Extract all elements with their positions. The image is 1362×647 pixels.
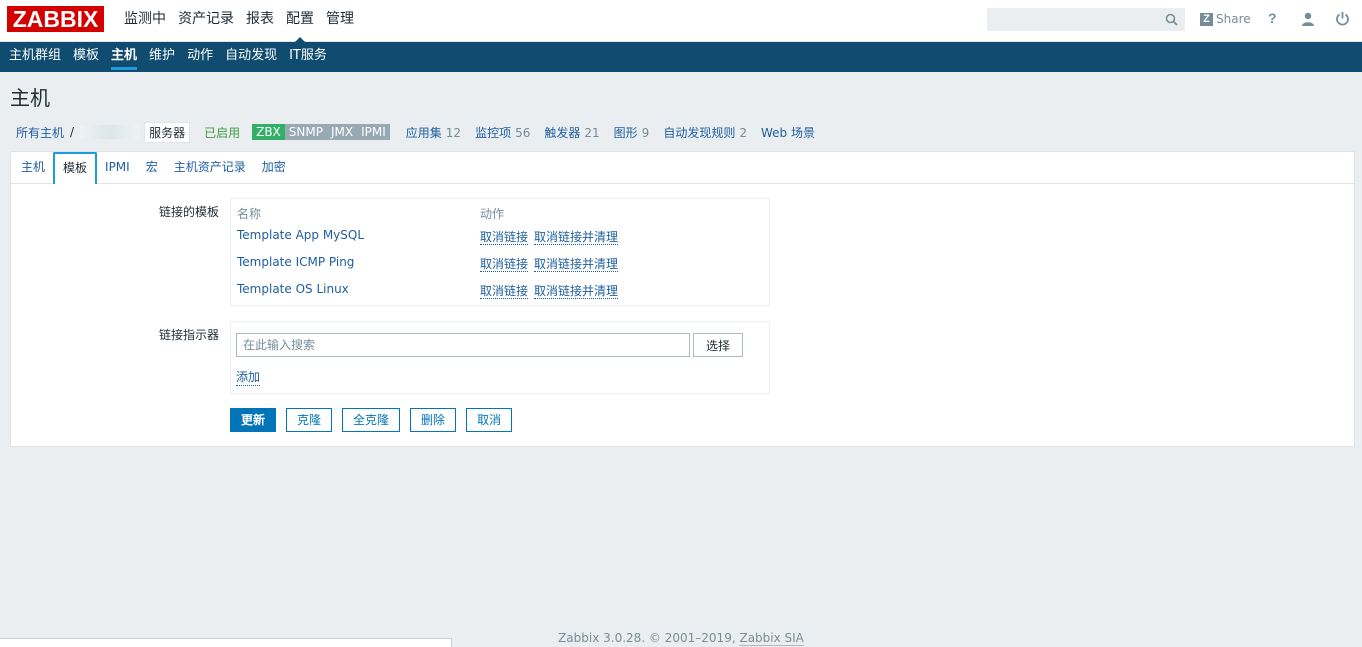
link-indicator-label: 链接指示器 <box>158 328 219 342</box>
host-tabs: 主机 模板 IPMI 宏 主机资产记录 加密 <box>11 152 1354 184</box>
current-host-name[interactable]: 服务器 <box>144 121 191 143</box>
select-button[interactable]: 选择 <box>693 333 743 357</box>
subnav-hosts[interactable]: 主机 <box>105 42 143 72</box>
web-scenarios-link[interactable]: Web 场景 <box>761 124 815 141</box>
clone-button[interactable]: 克隆 <box>286 408 333 432</box>
nav-configuration[interactable]: 配置 <box>280 0 320 43</box>
nav-inventory[interactable]: 资产记录 <box>172 0 240 42</box>
search-input[interactable] <box>988 9 1158 30</box>
tab-inventory[interactable]: 主机资产记录 <box>166 152 254 183</box>
discovery-rules-link[interactable]: 自动发现规则 2 <box>663 124 747 141</box>
help-icon[interactable]: ? <box>1268 10 1277 26</box>
global-search <box>987 8 1185 31</box>
unlink-button[interactable]: 取消链接 <box>480 230 529 245</box>
nav-reports[interactable]: 报表 <box>240 0 280 42</box>
unlink-button[interactable]: 取消链接 <box>480 284 529 299</box>
table-row: Template ICMP Ping 取消链接 取消链接并清理 <box>237 255 757 273</box>
tab-templates[interactable]: 模板 <box>53 152 98 184</box>
zabbix-logo[interactable]: ZABBIX <box>7 6 104 32</box>
tab-ipmi[interactable]: IPMI <box>97 152 138 183</box>
column-header-action: 动作 <box>480 207 505 221</box>
delete-button[interactable]: 删除 <box>410 408 457 432</box>
triggers-link[interactable]: 触发器 21 <box>544 124 599 141</box>
linked-templates-label: 链接的模板 <box>158 205 219 219</box>
footer-text: Zabbix 3.0.28. © 2001–2019, <box>558 631 736 645</box>
subnav-discovery[interactable]: 自动发现 <box>219 42 283 72</box>
search-icon[interactable] <box>1165 13 1178 26</box>
link-indicator-box: 选择 添加 <box>230 321 770 394</box>
availability-badges: ZBX SNMP JMX IPMI <box>252 124 390 140</box>
host-breadcrumb: 所有主机 / 服务器 已启用 ZBX SNMP JMX IPMI 应用集 12 监… <box>10 121 829 143</box>
items-link[interactable]: 监控项 56 <box>475 124 530 141</box>
subnav-actions[interactable]: 动作 <box>181 42 219 72</box>
nav-administration[interactable]: 管理 <box>320 0 360 42</box>
tab-host[interactable]: 主机 <box>13 152 53 183</box>
availability-jmx: JMX <box>326 124 358 140</box>
linked-templates-table: 名称 动作 Template App MySQL 取消链接 取消链接并清理 Tem… <box>230 198 770 306</box>
unlink-button[interactable]: 取消链接 <box>480 257 529 272</box>
blurred-host-name <box>80 125 141 139</box>
host-form-panel: 主机 模板 IPMI 宏 主机资产记录 加密 链接的模板 名称 动作 Templ… <box>10 151 1355 447</box>
page-title: 主机 <box>10 86 50 110</box>
main-nav: 监测中 资产记录 报表 配置 管理 <box>118 0 360 43</box>
template-actions: 取消链接 取消链接并清理 <box>480 228 624 246</box>
graphs-link[interactable]: 图形 9 <box>614 124 650 141</box>
unlink-and-clear-button[interactable]: 取消链接并清理 <box>534 257 619 272</box>
column-header-name: 名称 <box>237 207 262 221</box>
availability-zbx: ZBX <box>252 124 285 140</box>
add-link[interactable]: 添加 <box>236 368 261 386</box>
unlink-and-clear-button[interactable]: 取消链接并清理 <box>534 230 619 245</box>
browser-status-bar <box>0 638 452 647</box>
tab-macros[interactable]: 宏 <box>138 152 166 183</box>
subnav-templates[interactable]: 模板 <box>67 42 105 72</box>
template-actions: 取消链接 取消链接并清理 <box>480 282 624 300</box>
subnav-maintenance[interactable]: 维护 <box>143 42 181 72</box>
user-profile-icon[interactable] <box>1301 12 1315 26</box>
share-button[interactable]: Z Share <box>1200 11 1251 27</box>
applications-link[interactable]: 应用集 12 <box>406 124 461 141</box>
availability-ipmi: IPMI <box>357 124 390 140</box>
share-label: Share <box>1216 12 1251 26</box>
availability-snmp: SNMP <box>284 124 327 140</box>
update-button[interactable]: 更新 <box>230 408 277 432</box>
table-row: Template OS Linux 取消链接 取消链接并清理 <box>237 282 757 300</box>
nav-monitoring[interactable]: 监测中 <box>118 0 172 42</box>
share-icon: Z <box>1200 12 1213 26</box>
breadcrumb-separator: / <box>70 125 75 139</box>
full-clone-button[interactable]: 全克隆 <box>342 408 401 432</box>
cancel-button[interactable]: 取消 <box>466 408 513 432</box>
all-hosts-link[interactable]: 所有主机 <box>16 124 64 141</box>
template-name-link[interactable]: Template App MySQL <box>237 228 480 246</box>
logout-power-icon[interactable] <box>1335 11 1350 26</box>
subnav-it-services[interactable]: IT服务 <box>283 42 333 72</box>
top-bar: ZABBIX 监测中 资产记录 报表 配置 管理 Z Share ? <box>0 0 1362 43</box>
template-name-link[interactable]: Template OS Linux <box>237 282 480 300</box>
form-buttons: 更新 克隆 全克隆 删除 取消 <box>230 408 522 432</box>
subnav-host-groups[interactable]: 主机群组 <box>3 42 67 72</box>
table-row: Template App MySQL 取消链接 取消链接并清理 <box>237 228 757 246</box>
zabbix-sia-link[interactable]: Zabbix SIA <box>739 631 804 646</box>
template-search-input[interactable] <box>236 333 690 357</box>
unlink-and-clear-button[interactable]: 取消链接并清理 <box>534 284 619 299</box>
sub-nav: 主机群组 模板 主机 维护 动作 自动发现 IT服务 <box>0 42 1362 72</box>
template-actions: 取消链接 取消链接并清理 <box>480 255 624 273</box>
host-status-badge: 已启用 <box>204 125 241 140</box>
tab-encryption[interactable]: 加密 <box>254 152 294 183</box>
template-name-link[interactable]: Template ICMP Ping <box>237 255 480 273</box>
